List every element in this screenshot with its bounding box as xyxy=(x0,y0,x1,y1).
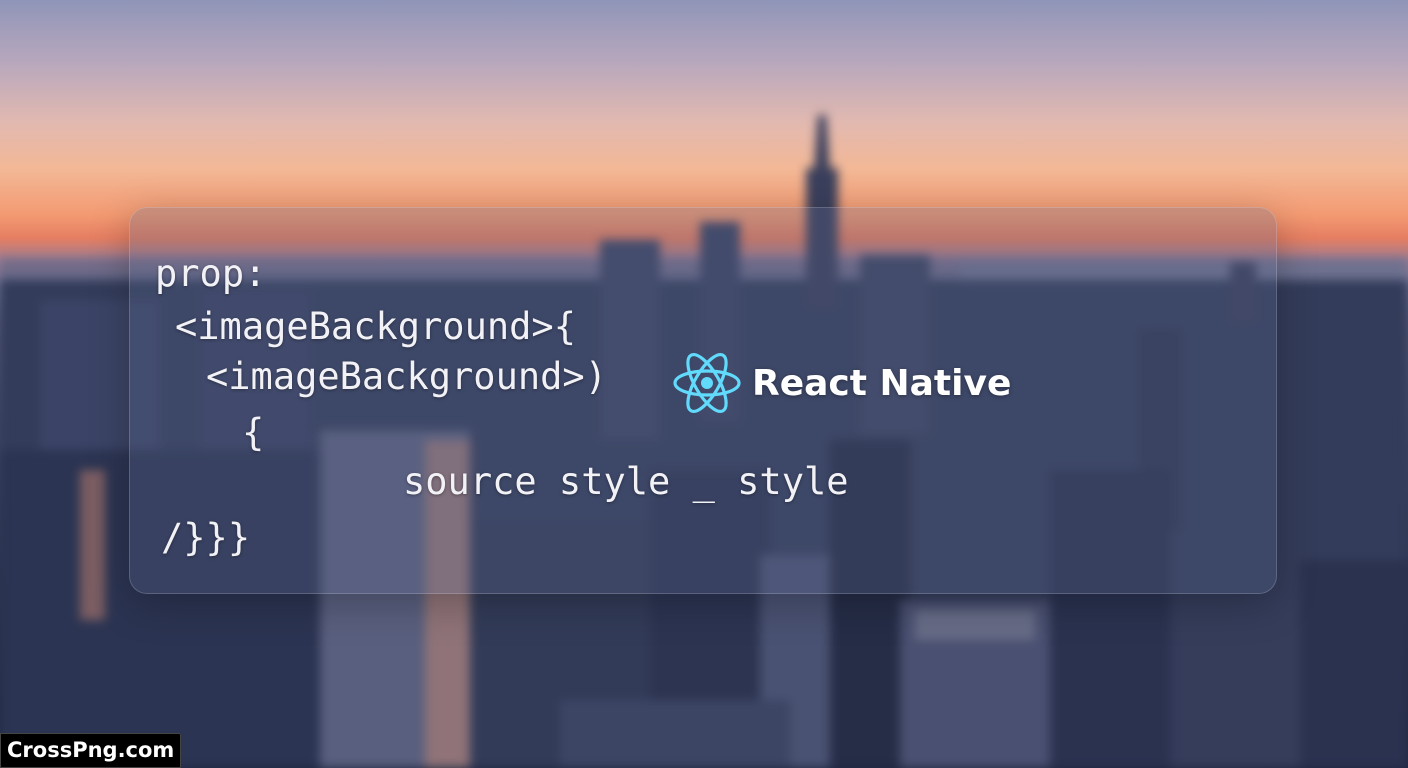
brand-label: React Native xyxy=(752,362,1012,404)
code-line-image-background-close: <imageBackground>) xyxy=(206,355,607,398)
code-line-source-style: source style _ style xyxy=(403,460,849,503)
react-native-brand: React Native xyxy=(672,352,1011,414)
code-line-closing-braces: /}}} xyxy=(161,516,251,559)
code-line-prop: prop: xyxy=(155,252,267,295)
background-scene: prop: <imageBackground>{ <imageBackgroun… xyxy=(0,0,1408,768)
watermark-badge: CrossPng.com xyxy=(0,733,182,768)
react-atom-icon xyxy=(673,353,741,413)
code-line-image-background-open: <imageBackground>{ xyxy=(175,305,576,348)
code-line-brace: { xyxy=(242,411,265,454)
